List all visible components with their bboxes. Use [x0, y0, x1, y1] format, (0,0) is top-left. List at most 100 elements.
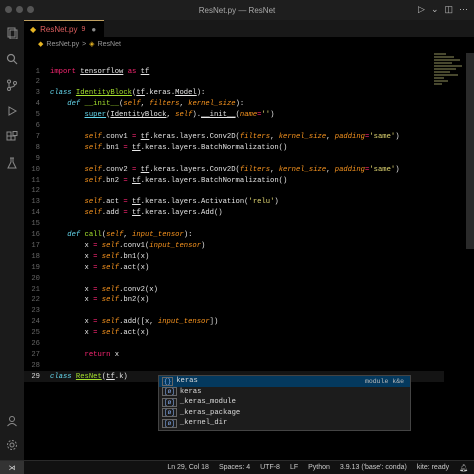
variable-icon: [ø]: [162, 408, 177, 418]
line-number: 6: [35, 122, 40, 130]
cursor-position[interactable]: Ln 29, Col 18: [167, 464, 209, 471]
code-line[interactable]: 3 class IdentityBlock(tf.keras.Model):: [24, 88, 444, 99]
line-code: self.conv2 = tf.keras.layers.Conv2D(filt…: [84, 165, 400, 174]
settings-gear-icon[interactable]: [5, 438, 19, 452]
vertical-scrollbar[interactable]: [466, 53, 474, 249]
source-control-icon[interactable]: [5, 78, 19, 92]
close-window-button[interactable]: [5, 6, 12, 13]
line-code: x = self.conv2(x): [50, 285, 158, 294]
code-line[interactable]: 16 def call(self, input_tensor):: [24, 230, 444, 241]
variable-icon: [ø]: [162, 397, 177, 407]
code-line[interactable]: 24 x = self.add([x, input_tensor]): [24, 317, 444, 328]
breadcrumb-file[interactable]: ResNet.py: [46, 41, 79, 48]
minimap[interactable]: [434, 53, 464, 93]
title-bar: ResNet.py — ResNet ▷ ⌄ ◫ ⋯: [0, 0, 474, 20]
encoding[interactable]: UTF-8: [260, 464, 280, 471]
code-line[interactable]: 1 import tensorflow as tf: [24, 66, 444, 77]
code-line[interactable]: 22 x = self.bn2(x): [24, 295, 444, 306]
code-line[interactable]: 20: [24, 273, 444, 284]
suggestion-item[interactable]: [ø] _kernel_dir: [159, 418, 410, 429]
more-actions-icon[interactable]: ⋯: [459, 4, 468, 15]
line-number: 3: [35, 89, 40, 98]
code-line[interactable]: 28: [24, 360, 444, 371]
code-line[interactable]: 2: [24, 77, 444, 88]
line-number: 26: [31, 340, 40, 348]
code-line[interactable]: 23: [24, 306, 444, 317]
language-mode[interactable]: Python: [308, 464, 330, 471]
code-line[interactable]: 18 x = self.bn1(x): [24, 251, 444, 262]
line-number: 19: [31, 263, 40, 272]
suggestion-item[interactable]: [ø] keras: [159, 387, 410, 398]
code-line[interactable]: 10 self.conv2 = tf.keras.layers.Conv2D(f…: [24, 164, 444, 175]
line-number: 9: [35, 154, 40, 163]
line-ending[interactable]: LF: [290, 464, 298, 471]
line-number: 23: [31, 307, 40, 316]
suggestion-item[interactable]: [ø] _keras_package: [159, 408, 410, 419]
problem-count-badge: 9: [81, 25, 86, 33]
breadcrumb-symbol[interactable]: ResNet: [98, 41, 121, 48]
explorer-icon[interactable]: [5, 26, 19, 40]
indentation[interactable]: Spaces: 4: [219, 464, 250, 471]
autocomplete-suggestions: {} keras module k&e [ø] keras [ø] _keras_modul…: [158, 375, 411, 431]
code-line[interactable]: 25 x = self.act(x): [24, 328, 444, 339]
code-line[interactable]: 14 self.add = tf.keras.layers.Add(): [24, 208, 444, 219]
run-icon[interactable]: ▷: [418, 4, 425, 15]
code-line[interactable]: 11 self.bn2 = tf.keras.layers.BatchNorma…: [24, 175, 444, 186]
line-number: 27: [31, 350, 40, 359]
variable-icon: [ø]: [162, 418, 177, 428]
run-dropdown-icon[interactable]: ⌄: [431, 4, 439, 15]
kite-status[interactable]: kite: ready: [417, 464, 449, 471]
code-line[interactable]: 8 self.bn1 = tf.keras.layers.BatchNormal…: [24, 142, 444, 153]
testing-icon[interactable]: [5, 156, 19, 170]
line-number: 21: [31, 285, 40, 294]
line-number: 12: [31, 187, 40, 196]
editor-actions: ▷ ⌄ ◫ ⋯: [418, 4, 468, 15]
code-line[interactable]: 6: [24, 121, 444, 132]
suggestion-item[interactable]: [ø] _keras_module: [159, 397, 410, 408]
code-line[interactable]: 4 def __init__(self, filters, kernel_siz…: [24, 99, 444, 110]
code-line[interactable]: 19 x = self.act(x): [24, 262, 444, 273]
remote-indicator-icon[interactable]: ⋊: [0, 461, 24, 474]
account-icon[interactable]: [5, 414, 19, 428]
code-line[interactable]: 12: [24, 186, 444, 197]
close-tab-icon[interactable]: ●: [91, 25, 96, 34]
line-number: 8: [35, 143, 40, 152]
split-editor-icon[interactable]: ◫: [444, 4, 453, 15]
code-line[interactable]: 27 return x: [24, 349, 444, 360]
line-code: class IdentityBlock(tf.keras.Model):: [50, 89, 206, 98]
line-number: 15: [31, 220, 40, 229]
line-code: x = self.conv1(input_tensor): [50, 241, 206, 250]
activity-bar: [0, 20, 24, 460]
line-code: return x: [84, 350, 120, 359]
suggestion-detail: module k&e: [364, 377, 404, 385]
code-line[interactable]: 15: [24, 219, 444, 230]
line-number: 1: [35, 67, 40, 76]
minimize-window-button[interactable]: [16, 6, 23, 13]
python-file-icon: ◆: [30, 24, 37, 34]
suggestion-label: keras: [176, 377, 198, 386]
line-number: 24: [31, 318, 40, 327]
suggestion-item[interactable]: {} keras module k&e: [159, 376, 410, 387]
code-line[interactable]: 13 self.act = tf.keras.layers.Activation…: [24, 197, 444, 208]
maximize-window-button[interactable]: [27, 6, 34, 13]
extensions-icon[interactable]: [5, 130, 19, 144]
line-code: super(IdentityBlock, self).__init__(name…: [84, 111, 275, 120]
code-line[interactable]: 26: [24, 339, 444, 350]
line-code: def call(self, input_tensor):: [67, 231, 193, 239]
search-icon[interactable]: [5, 52, 19, 66]
line-number: 18: [31, 252, 40, 261]
python-interpreter[interactable]: 3.9.13 ('base': conda): [340, 464, 407, 471]
run-debug-icon[interactable]: [5, 104, 19, 118]
line-number: 4: [35, 100, 40, 109]
code-line[interactable]: 7 self.conv1 = tf.keras.layers.Conv2D(fi…: [24, 131, 444, 142]
notifications-bell-icon[interactable]: 🔔︎: [459, 464, 468, 472]
line-code: x = self.act(x): [50, 263, 150, 272]
tab-resnet-py[interactable]: ◆ ResNet.py 9 ●: [24, 20, 105, 37]
tab-bar: ◆ ResNet.py 9 ●: [24, 20, 474, 37]
code-line[interactable]: 17 x = self.conv1(input_tensor): [24, 240, 444, 251]
code-line[interactable]: 9: [24, 153, 444, 164]
code-line[interactable]: 21 x = self.conv2(x): [24, 284, 444, 295]
code-line[interactable]: 5 super(IdentityBlock, self).__init__(na…: [24, 110, 444, 121]
line-code: self.act = tf.keras.layers.Activation('r…: [84, 198, 279, 207]
breadcrumb-separator: >: [82, 40, 87, 48]
